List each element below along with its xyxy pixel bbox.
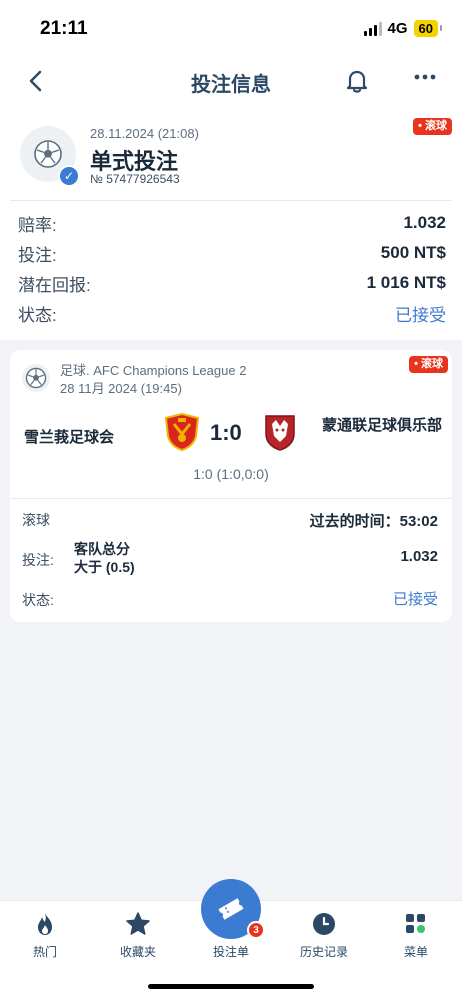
event-card[interactable]: 足球. AFC Champions League 2 28 11月 2024 (…	[10, 350, 452, 622]
summary-value: 1 016 NT$	[366, 273, 446, 292]
status-value: 已接受	[392, 591, 438, 608]
tab-favorites[interactable]: 收藏夹	[98, 911, 178, 960]
event-date: 28 11月 2024 (19:45)	[60, 381, 182, 396]
score: 1:0	[210, 420, 242, 445]
score-detail: 1:0 (1:0,0:0)	[193, 466, 269, 482]
bet-summary: 赔率: 1.032 投注: 500 NT$ 潜在回报: 1 016 NT$ 状态…	[18, 208, 446, 328]
star-icon	[125, 911, 151, 937]
bet-header: ✓ 28.11.2024 (21:08) 单式投注 № 57477926543 …	[10, 118, 454, 198]
clock-icon	[311, 911, 337, 937]
league-name: 足球. AFC Champions League 2	[60, 363, 247, 378]
summary-label: 赔率:	[18, 215, 57, 235]
summary-row-potential-return: 潜在回报: 1 016 NT$	[18, 268, 446, 298]
soccer-ball-icon	[22, 364, 50, 392]
bell-icon[interactable]	[344, 68, 370, 94]
check-icon: ✓	[58, 165, 80, 187]
divider	[10, 498, 452, 499]
elapsed-time: 过去的时间：53:02	[309, 513, 438, 530]
bet-selection: 客队总分 大于 (0.5)	[74, 540, 135, 576]
more-icon[interactable]	[412, 64, 438, 97]
tab-label: 热门	[32, 945, 57, 959]
home-team: 雪兰莪足球会	[24, 429, 115, 446]
nav-bar: 投注信息	[0, 56, 462, 106]
tab-label: 菜单	[403, 945, 428, 959]
summary-label: 状态:	[18, 305, 57, 325]
divider	[10, 200, 452, 201]
bet-odds: 1.032	[400, 548, 438, 565]
tab-history[interactable]: 历史记录	[284, 911, 364, 960]
home-team-logo	[162, 412, 202, 452]
signal-icon	[363, 21, 382, 36]
menu-icon	[403, 911, 429, 937]
tab-label: 收藏夹	[119, 945, 156, 959]
home-indicator	[148, 984, 314, 989]
bet-selection-outcome: 大于 (0.5)	[74, 559, 135, 575]
status-time: 21:11	[40, 18, 88, 39]
live-label: 滚球	[22, 512, 50, 528]
bet-number: № 57477926543	[90, 172, 180, 186]
battery-icon: 60	[413, 20, 443, 37]
status-indicators: 4G 60	[363, 20, 443, 37]
status-value: 已接受	[395, 305, 446, 325]
summary-label: 潜在回报:	[18, 275, 91, 295]
tab-popular[interactable]: 热门	[5, 911, 85, 960]
tab-menu[interactable]: 菜单	[376, 911, 456, 960]
summary-row-odds: 赔率: 1.032	[18, 208, 446, 238]
summary-value: 500 NT$	[380, 243, 446, 262]
summary-value: 1.032	[403, 213, 446, 232]
bet-label: 投注:	[22, 552, 54, 568]
away-team: 蒙通联足球俱乐部	[322, 417, 443, 434]
tab-label: 历史记录	[299, 945, 348, 959]
bet-date: 28.11.2024 (21:08)	[90, 126, 199, 141]
network-type: 4G	[387, 20, 408, 37]
live-badge: • 滚球	[413, 118, 452, 135]
live-badge: • 滚球	[409, 356, 448, 373]
status-label: 状态:	[22, 592, 54, 608]
away-team-logo	[260, 412, 300, 452]
page-title: 投注信息	[191, 74, 271, 96]
summary-row-status: 状态: 已接受	[18, 298, 446, 328]
bet-selection-market: 客队总分	[74, 541, 130, 557]
summary-row-stake: 投注: 500 NT$	[18, 238, 446, 268]
flame-icon	[32, 911, 58, 937]
summary-label: 投注:	[18, 245, 57, 265]
betslip-count-badge: 3	[247, 921, 265, 939]
tab-betslip-label[interactable]: 投注单	[191, 943, 271, 960]
status-bar: 21:11 4G 60	[0, 0, 462, 56]
